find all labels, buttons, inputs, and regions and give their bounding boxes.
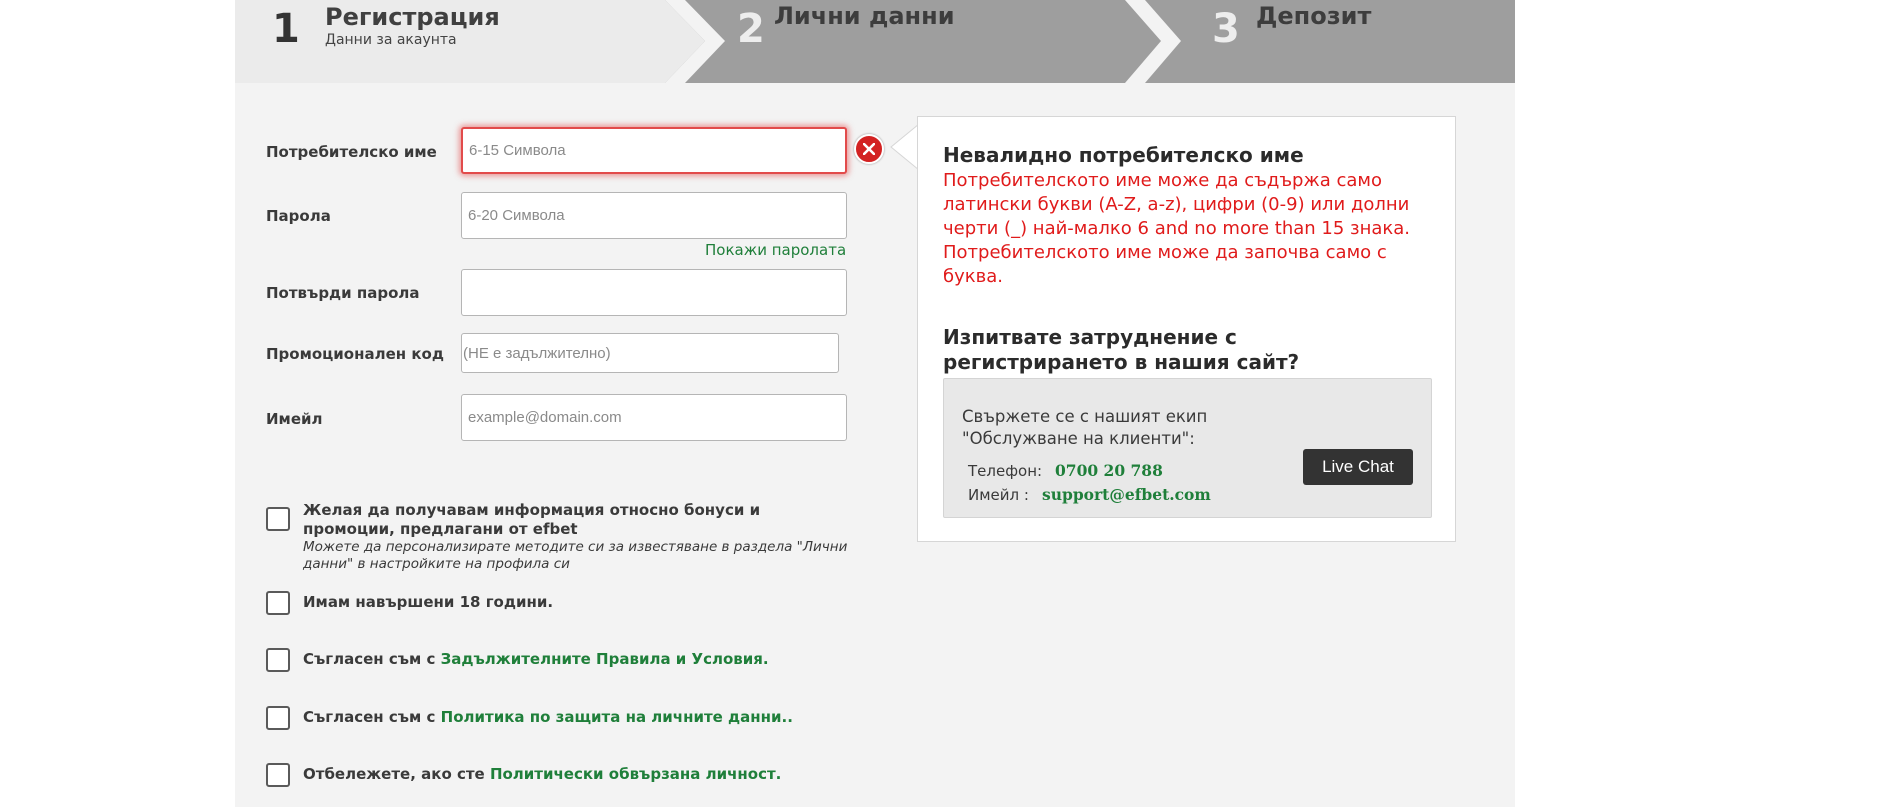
show-password-link[interactable]: Покажи паролата xyxy=(705,241,846,259)
password-input[interactable]: 6-20 Символа xyxy=(461,192,847,239)
email-input[interactable]: example@domain.com xyxy=(461,394,847,441)
terms-prefix: Съгласен съм с xyxy=(303,650,441,668)
username-error-badge xyxy=(854,134,884,164)
promo-code-input[interactable]: (НЕ е задължително) xyxy=(461,333,839,373)
customer-support-box: Свържете се с нашият екип "Обслужване на… xyxy=(943,378,1432,518)
error-title: Невалидно потребителско име xyxy=(943,143,1304,167)
step-3-number: 3 xyxy=(1212,6,1240,52)
promo-code-label: Промоционален код xyxy=(266,345,444,363)
confirm-password-input[interactable] xyxy=(461,269,847,316)
username-placeholder: 6-15 Символа xyxy=(469,142,566,159)
step-2-number: 2 xyxy=(737,6,765,52)
pep-prefix: Отбележете, ако сте xyxy=(303,765,490,783)
email-contact-value[interactable]: support@efbet.com xyxy=(1042,485,1211,504)
privacy-prefix: Съгласен съм с xyxy=(303,708,441,726)
privacy-checkbox-label: Съгласен съм с Политика по защита на лич… xyxy=(303,708,793,726)
username-label: Потребителско име xyxy=(266,143,437,161)
privacy-link[interactable]: Политика по защита на личните данни.. xyxy=(441,708,793,726)
info-panel: Невалидно потребителско име Потребителск… xyxy=(917,116,1456,542)
email-contact-label: Имейл : xyxy=(968,486,1029,504)
confirm-password-label: Потвърди парола xyxy=(266,284,420,302)
bonus-checkbox-label: Желая да получавам информация относно бо… xyxy=(303,501,761,538)
age-checkbox-label: Имам навършени 18 години. xyxy=(303,593,554,611)
email-placeholder: example@domain.com xyxy=(468,409,622,426)
step-1-number: 1 xyxy=(272,6,300,52)
terms-link[interactable]: Задължителните Правила и Условия. xyxy=(441,650,769,668)
info-pointer-arrow xyxy=(890,124,919,170)
bonus-checkbox-note: Можете да персонализирате методите си за… xyxy=(303,539,848,572)
password-label: Парола xyxy=(266,207,331,225)
privacy-checkbox[interactable] xyxy=(266,706,290,730)
bonus-checkbox[interactable] xyxy=(266,507,290,531)
support-intro: Свържете се с нашият екип "Обслужване на… xyxy=(962,407,1208,448)
help-title: Изпитвате затруднение с регистрирането в… xyxy=(943,325,1300,374)
step-1-subtitle: Данни за акаунта xyxy=(325,32,457,48)
live-chat-button[interactable]: Live Chat xyxy=(1303,449,1413,485)
terms-checkbox[interactable] xyxy=(266,648,290,672)
phone-value[interactable]: 0700 20 788 xyxy=(1055,461,1163,480)
step-1-title: Регистрация xyxy=(325,3,500,31)
pep-checkbox-label: Отбележете, ако сте Политически обвързан… xyxy=(303,765,781,783)
age-checkbox[interactable] xyxy=(266,591,290,615)
promo-code-placeholder: (НЕ е задължително) xyxy=(463,344,611,362)
pep-checkbox[interactable] xyxy=(266,763,290,787)
terms-checkbox-label: Съгласен съм с Задължителните Правила и … xyxy=(303,650,769,668)
step-3-title: Депозит xyxy=(1256,2,1372,30)
username-input[interactable]: 6-15 Символа xyxy=(461,127,847,174)
step-2-title: Лични данни xyxy=(774,2,955,30)
pep-link[interactable]: Политически обвързана личност. xyxy=(490,765,781,783)
error-text: Потребителското име може да съдържа само… xyxy=(943,170,1411,287)
close-x-icon xyxy=(863,143,875,155)
phone-label: Телефон: xyxy=(968,462,1043,480)
registration-panel: 1 Регистрация Данни за акаунта 2 Лични д… xyxy=(235,0,1515,807)
password-placeholder: 6-20 Символа xyxy=(468,207,565,224)
email-label: Имейл xyxy=(266,410,323,428)
